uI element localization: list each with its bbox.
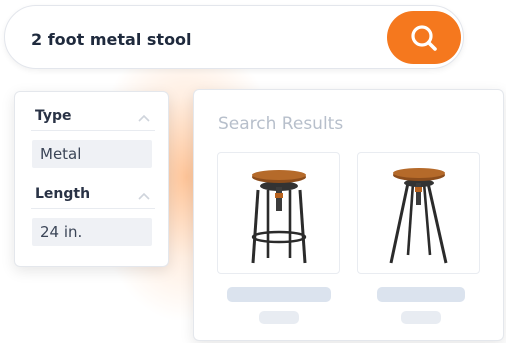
search-bar bbox=[4, 5, 464, 69]
stool-with-footring-image bbox=[251, 170, 307, 264]
search-input[interactable] bbox=[31, 26, 371, 52]
search-icon bbox=[411, 24, 437, 51]
product-card[interactable] bbox=[357, 152, 480, 274]
product-price-placeholder bbox=[259, 311, 299, 324]
filter-length-heading: Length bbox=[35, 186, 91, 202]
divider bbox=[31, 130, 155, 131]
product-title-placeholder bbox=[227, 287, 331, 302]
product-card[interactable] bbox=[217, 152, 340, 274]
filter-length-value[interactable]: 24 in. bbox=[32, 218, 152, 246]
results-panel: Search Results bbox=[193, 89, 504, 341]
divider bbox=[31, 208, 155, 209]
filter-type-heading: Type bbox=[35, 108, 72, 124]
chevron-up-icon[interactable] bbox=[137, 191, 151, 201]
search-button[interactable] bbox=[387, 11, 461, 64]
results-title: Search Results bbox=[218, 114, 344, 134]
stool-four-legs-image bbox=[389, 168, 448, 264]
filter-panel: Type Metal Length 24 in. bbox=[14, 91, 169, 267]
product-price-placeholder bbox=[401, 311, 441, 324]
filter-type-value[interactable]: Metal bbox=[32, 140, 152, 168]
product-title-placeholder bbox=[377, 287, 465, 302]
chevron-up-icon[interactable] bbox=[137, 113, 151, 123]
